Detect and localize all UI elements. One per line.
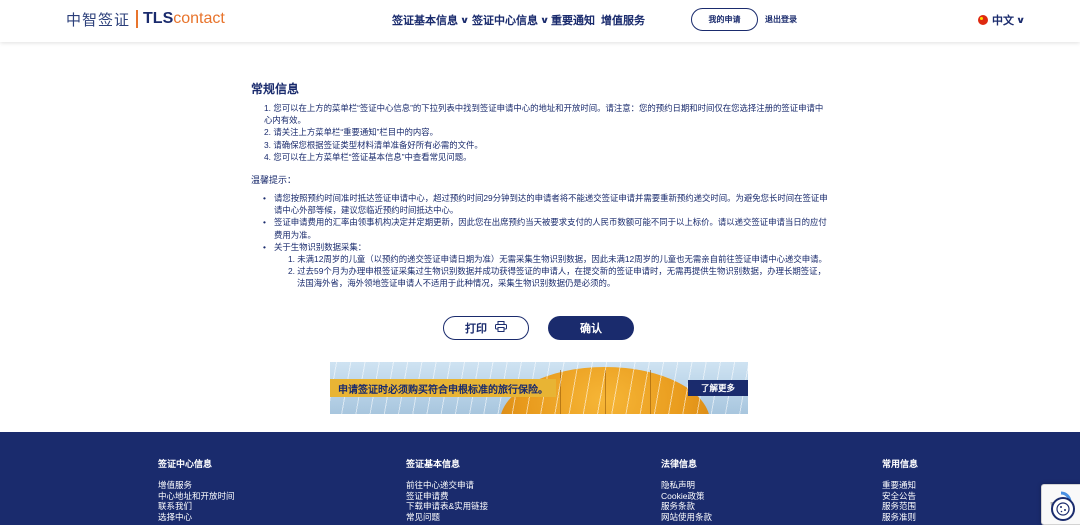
logout-link[interactable]: 退出登录 [765, 14, 797, 25]
nav-label: 签证基本信息 [392, 15, 458, 27]
footer-column-common-info: 常用信息 重要通知 安全公告 服务范围 服务准则 [882, 459, 918, 523]
nav-visa-basic-info[interactable]: 签证基本信息 ∨ [392, 12, 470, 28]
page-title: 常规信息 [251, 82, 300, 96]
footer-link[interactable]: 重要通知 [882, 480, 918, 491]
tips-bullet-list: 请您按照预约时间准时抵达签证申请中心，超过预约时间29分钟到达的申请者将不能递交… [263, 192, 831, 253]
logo-contact-text: contact [173, 10, 225, 27]
footer-link[interactable]: 签证申请费 [406, 491, 488, 502]
list-text: 您可以在上方菜单栏“签证基本信息”中查看常见问题。 [273, 151, 472, 162]
chevron-down-icon: ∨ [459, 14, 470, 25]
footer-link[interactable]: 安全公告 [882, 491, 918, 502]
site-logo[interactable]: 中智签证 TLS contact [66, 9, 225, 29]
logo-separator [136, 10, 139, 28]
list-item: 3. 请确保您根据签证类型材料清单准备好所有必需的文件。 [264, 139, 829, 151]
list-item: 1. 您可以在上方的菜单栏“签证中心信息”的下拉列表中找到签证申请中心的地址和开… [264, 102, 829, 126]
list-number: 3. [264, 139, 271, 150]
footer-heading: 签证基本信息 [406, 459, 461, 469]
footer-heading: 常用信息 [882, 459, 919, 469]
list-number: 1. [264, 103, 271, 113]
footer-link[interactable]: 中心地址和开放时间 [158, 491, 235, 502]
nav-label: 增值服务 [601, 15, 645, 27]
print-label: 打印 [465, 323, 487, 335]
sub-item: 2. 过去59个月为办理申根签证采集过生物识别数据并成功获得签证的申请人，在提交… [288, 266, 826, 289]
printer-icon [495, 321, 507, 335]
banner-text: 申请签证时必须购买符合申根标准的旅行保险。 [330, 379, 556, 397]
print-button[interactable]: 打印 [443, 316, 529, 340]
my-application-button[interactable]: 我的申请 [691, 8, 758, 31]
footer-heading: 签证中心信息 [158, 459, 213, 469]
general-info-list: 1. 您可以在上方的菜单栏“签证中心信息”的下拉列表中找到签证申请中心的地址和开… [264, 102, 829, 163]
footer-link[interactable]: 服务准则 [882, 512, 918, 523]
footer-link[interactable]: 常见问题 [406, 512, 488, 523]
insurance-banner[interactable]: 申请签证时必须购买符合申根标准的旅行保险。 [330, 362, 748, 414]
list-number: 2. [264, 127, 271, 138]
footer-column-visa-basic: 签证基本信息 前往中心递交申请 签证申请费 下载申请表&实用链接 常见问题 [406, 459, 488, 523]
list-item: 2. 请关注上方菜单栏“重要通知”栏目中的内容。 [264, 126, 829, 138]
footer-link[interactable]: 增值服务 [158, 480, 235, 491]
list-text: 请确保您根据签证类型材料清单准备好所有必需的文件。 [273, 139, 483, 150]
list-item: 4. 您可以在上方菜单栏“签证基本信息”中查看常见问题。 [264, 151, 829, 163]
cookie-settings-icon[interactable] [1051, 497, 1075, 521]
nav-visa-center-info[interactable]: 签证中心信息 ∨ [472, 12, 550, 28]
logo-tls-text: TLS [143, 10, 174, 27]
logo-cn-text: 中智签证 [66, 11, 131, 29]
bullet-item: 关于生物识别数据采集： [263, 241, 831, 253]
footer-link[interactable]: 选择中心 [158, 512, 235, 523]
footer-heading: 法律信息 [661, 459, 698, 469]
china-flag-icon [978, 15, 988, 25]
list-number: 4. [264, 151, 271, 162]
footer-link[interactable]: 隐私声明 [661, 480, 712, 491]
site-footer: 签证中心信息 增值服务 中心地址和开放时间 联系我们 选择中心 签证基本信息 前… [0, 432, 1080, 525]
nav-value-added-services[interactable]: 增值服务 [601, 12, 645, 28]
language-selector[interactable]: 中文 ∨ [978, 12, 1026, 28]
footer-link[interactable]: 网站使用条款 [661, 512, 712, 523]
bullet-item: 请您按照预约时间准时抵达签证申请中心，超过预约时间29分钟到达的申请者将不能递交… [263, 192, 831, 216]
bullet-item: 签证申请费用的汇率由领事机构决定并定期更新，因此您在出席预约当天被要求支付的人民… [263, 216, 831, 240]
cookie-icon [1056, 502, 1070, 516]
chevron-down-icon: ∨ [1015, 14, 1026, 25]
learn-more-button[interactable]: 了解更多 [688, 380, 748, 396]
sub-item: 1. 未满12周岁的儿童（以预约的递交签证申请日期为准）无需采集生物识别数据，因… [288, 254, 827, 264]
list-text: 请关注上方菜单栏“重要通知”栏目中的内容。 [273, 127, 439, 138]
footer-link[interactable]: 服务条款 [661, 501, 712, 512]
nav-label: 重要通知 [551, 15, 595, 27]
nav-important-notice[interactable]: 重要通知 [551, 12, 595, 28]
nav-label: 签证中心信息 [472, 15, 538, 27]
footer-link[interactable]: 服务范围 [882, 501, 918, 512]
chevron-down-icon: ∨ [539, 14, 550, 25]
footer-link[interactable]: 下载申请表&实用链接 [406, 501, 488, 512]
list-text: 您可以在上方的菜单栏“签证中心信息”的下拉列表中找到签证申请中心的地址和开放时间… [264, 103, 824, 126]
footer-link[interactable]: 联系我们 [158, 501, 235, 512]
footer-column-center-info: 签证中心信息 增值服务 中心地址和开放时间 联系我们 选择中心 [158, 459, 235, 523]
footer-link[interactable]: Cookie政策 [661, 491, 712, 502]
footer-column-legal: 法律信息 隐私声明 Cookie政策 服务条款 网站使用条款 [661, 459, 712, 523]
site-header: 中智签证 TLS contact 签证基本信息 ∨ 签证中心信息 ∨ 重要通知 增… [0, 0, 1080, 42]
footer-link[interactable]: 前往中心递交申请 [406, 480, 488, 491]
tips-heading: 温馨提示： [251, 175, 297, 185]
confirm-button[interactable]: 确认 [548, 316, 634, 340]
biometrics-sublist: 1. 未满12周岁的儿童（以预约的递交签证申请日期为准）无需采集生物识别数据，因… [288, 253, 828, 290]
language-label: 中文 [992, 15, 1014, 27]
